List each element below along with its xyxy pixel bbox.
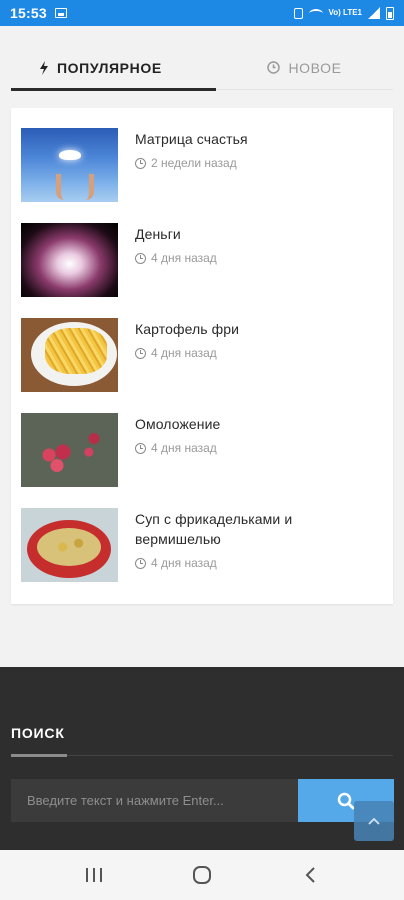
clock-icon [135,252,146,264]
article-title[interactable]: Деньги [135,224,217,244]
home-icon [193,866,211,884]
tab-popular-label: ПОПУЛЯРНОЕ [57,59,162,76]
search-title-underline [11,754,67,757]
clock-icon [135,557,146,569]
list-item[interactable]: Омоложение 4 дня назад [21,413,383,508]
article-meta: 4 дня назад [135,441,220,455]
search-section-header: ПОИСК [11,725,393,757]
footer: ПОИСК [0,667,404,850]
article-thumbnail[interactable] [21,413,118,487]
article-time: 4 дня назад [151,556,217,570]
alarm-icon [293,7,303,19]
article-time: 2 недели назад [151,156,237,170]
article-title[interactable]: Картофель фри [135,319,239,339]
tab-new[interactable]: НОВОЕ [216,46,393,89]
status-time: 15:53 [10,5,47,21]
home-button[interactable] [182,855,222,895]
article-title[interactable]: Матрица счастья [135,129,248,149]
wifi-icon [308,8,323,18]
tab-bar: ПОПУЛЯРНОЕ НОВОЕ [11,46,393,91]
system-nav-bar [0,850,404,900]
article-title[interactable]: Суп с фрикадельками и вермишелью [135,509,358,549]
article-meta: 4 дня назад [135,556,358,570]
article-meta: 4 дня назад [135,346,239,360]
article-time: 4 дня назад [151,441,217,455]
popular-articles-list: Матрица счастья 2 недели назад Деньги 4 … [11,108,393,604]
tab-popular[interactable]: ПОПУЛЯРНОЕ [11,46,216,91]
back-icon [305,867,315,883]
clock-icon [135,347,146,359]
article-thumbnail[interactable] [21,508,118,582]
status-icons: Vo) LTE1 [293,6,394,20]
bolt-icon [39,60,49,75]
scroll-to-top-button[interactable] [354,801,394,841]
chevron-up-icon [368,817,380,825]
search-icon [337,792,355,809]
gallery-icon [54,8,67,18]
article-time: 4 дня назад [151,346,217,360]
back-button[interactable] [290,855,330,895]
article-time: 4 дня назад [151,251,217,265]
search-input[interactable] [11,779,298,822]
search-form [11,779,394,822]
volte-icon: Vo) LTE1 [328,8,362,17]
clock-icon [135,157,146,169]
signal-icon [368,7,380,19]
status-bar: 15:53 Vo) LTE1 [0,0,404,26]
search-title: ПОИСК [11,725,65,741]
list-item[interactable]: Картофель фри 4 дня назад [21,318,383,413]
tabs-area: ПОПУЛЯРНОЕ НОВОЕ [0,26,404,106]
article-thumbnail[interactable] [21,128,118,202]
tab-new-label: НОВОЕ [288,59,342,76]
list-item[interactable]: Деньги 4 дня назад [21,223,383,318]
list-item[interactable]: Суп с фрикадельками и вермишелью 4 дня н… [21,508,383,603]
article-thumbnail[interactable] [21,223,118,297]
battery-icon [386,6,394,20]
clock-icon [267,61,281,74]
article-meta: 2 недели назад [135,156,248,170]
recent-apps-button[interactable] [74,855,114,895]
recent-apps-icon [86,868,102,882]
article-thumbnail[interactable] [21,318,118,392]
clock-icon [135,442,146,454]
list-item[interactable]: Матрица счастья 2 недели назад [21,128,383,223]
article-title[interactable]: Омоложение [135,414,220,434]
article-meta: 4 дня назад [135,251,217,265]
